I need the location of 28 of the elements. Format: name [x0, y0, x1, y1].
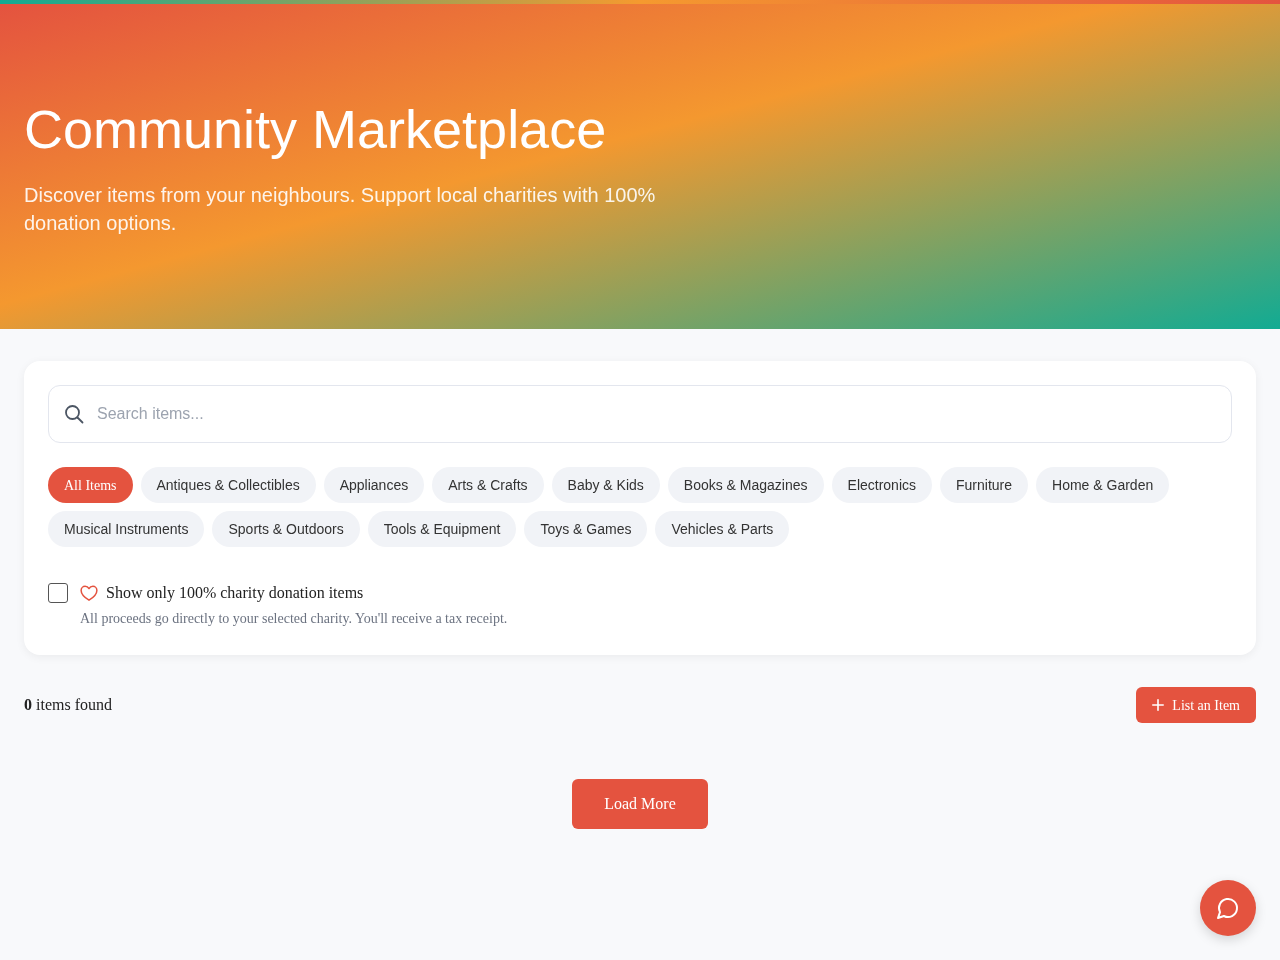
- category-chip[interactable]: Arts & Crafts: [432, 467, 544, 503]
- category-chip[interactable]: Appliances: [323, 467, 425, 503]
- category-chip[interactable]: Baby & Kids: [551, 467, 660, 503]
- load-more-button[interactable]: Load More: [572, 779, 708, 829]
- category-chip[interactable]: Books & Magazines: [667, 467, 824, 503]
- category-chip[interactable]: Home & Garden: [1036, 467, 1170, 503]
- category-chip[interactable]: Antiques & Collectibles: [140, 467, 316, 503]
- charity-filter-description: All proceeds go directly to your selected charity. You'll receive a tax receipt.: [80, 610, 508, 628]
- category-chip[interactable]: Tools & Equipment: [367, 511, 517, 547]
- search-icon: [64, 404, 84, 424]
- chat-button[interactable]: [1200, 880, 1256, 936]
- charity-filter-label[interactable]: Show only 100% charity donation items: [106, 582, 364, 604]
- category-chip[interactable]: All Items: [48, 467, 133, 503]
- list-item-button[interactable]: List an Item: [1136, 687, 1256, 723]
- chat-bubble-icon: [1216, 896, 1240, 920]
- category-chip[interactable]: Furniture: [940, 467, 1029, 503]
- category-chip[interactable]: Vehicles & Parts: [655, 511, 790, 547]
- hero-subtitle: Discover items from your neighbours. Support local charities with 100% donation options.: [24, 183, 657, 236]
- search-field[interactable]: Search items...: [48, 385, 1232, 443]
- heart-icon: [80, 585, 98, 601]
- category-chip[interactable]: Toys & Games: [524, 511, 648, 547]
- checkbox[interactable]: [48, 583, 68, 603]
- category-chip[interactable]: Sports & Outdoors: [212, 511, 360, 547]
- plus-icon: [1152, 699, 1165, 711]
- category-chip[interactable]: Electronics: [831, 467, 932, 503]
- category-chip[interactable]: Musical Instruments: [48, 511, 205, 547]
- results-count: 0 items found: [24, 695, 112, 715]
- hero-title: Community Marketplace: [24, 98, 607, 160]
